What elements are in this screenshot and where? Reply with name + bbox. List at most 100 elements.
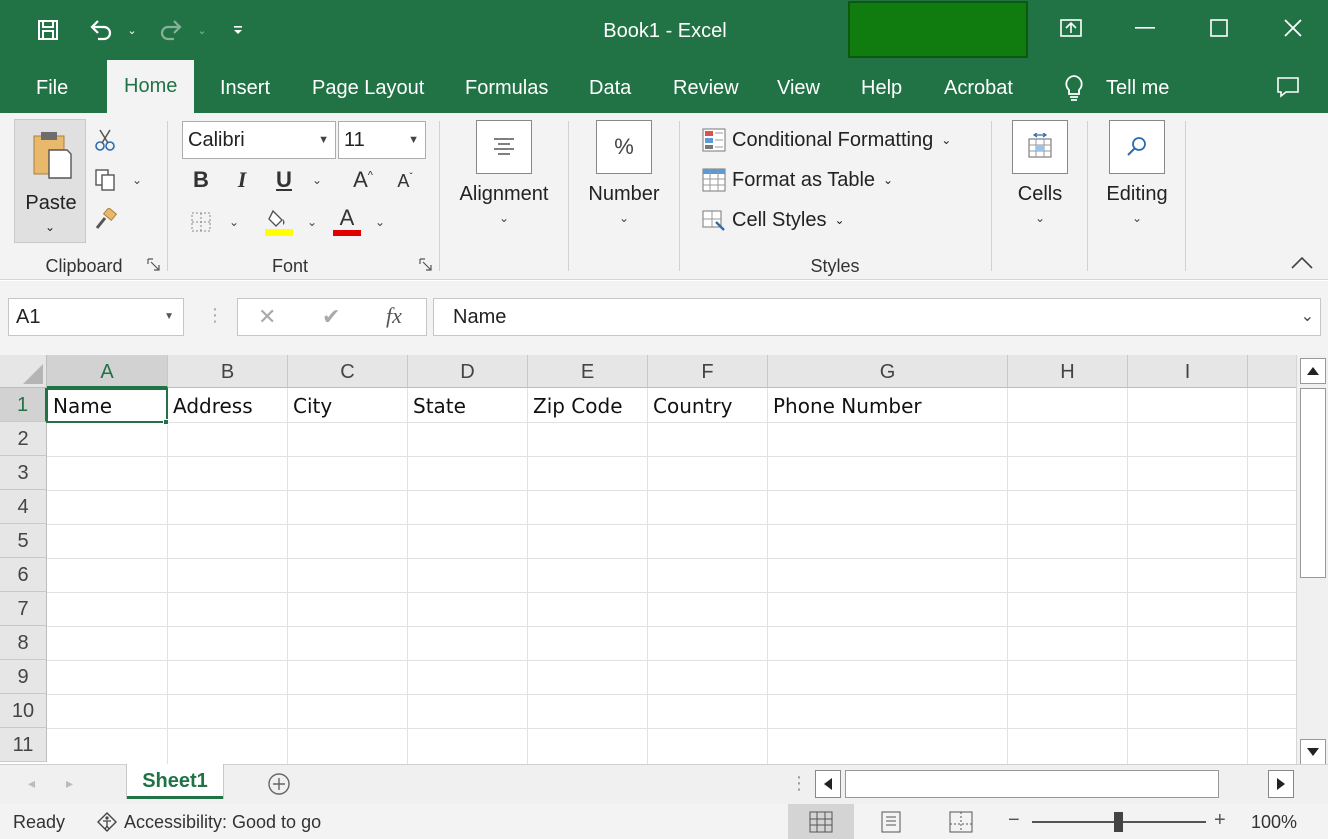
tab-view[interactable]: View xyxy=(777,75,820,101)
font-size-select[interactable]: 11 ▼ xyxy=(338,121,426,159)
cell-b1[interactable]: Address xyxy=(168,388,287,422)
row-header[interactable]: 6 xyxy=(0,558,47,592)
vertical-scroll-thumb[interactable] xyxy=(1300,388,1326,578)
row-header[interactable]: 11 xyxy=(0,728,47,762)
alignment-dropdown-icon[interactable]: ⌄ xyxy=(499,211,509,225)
column-header-e[interactable]: E xyxy=(528,355,648,388)
row-header[interactable]: 1 xyxy=(0,388,47,422)
name-box[interactable]: A1 ▼ xyxy=(8,298,184,336)
column-header-g[interactable]: G xyxy=(768,355,1008,388)
sheet-tab-sheet1[interactable]: Sheet1 xyxy=(127,764,223,799)
zoom-out-button[interactable]: − xyxy=(1008,809,1020,832)
borders-icon[interactable] xyxy=(188,209,214,235)
minimize-icon[interactable] xyxy=(1120,8,1170,48)
insert-function-icon[interactable]: fx xyxy=(386,303,402,329)
row-header[interactable]: 7 xyxy=(0,592,47,626)
expand-formula-bar-icon[interactable]: ⌄ xyxy=(1301,299,1314,335)
editing-dropdown-icon[interactable]: ⌄ xyxy=(1132,211,1142,225)
tab-data[interactable]: Data xyxy=(589,75,631,101)
next-sheet-icon[interactable]: ▸ xyxy=(66,775,73,792)
cancel-entry-icon[interactable]: ✕ xyxy=(258,304,276,330)
page-layout-view-button[interactable] xyxy=(858,804,924,839)
conditional-formatting-button[interactable]: Conditional Formatting ⌄ xyxy=(702,125,951,155)
redo-icon[interactable] xyxy=(156,16,186,44)
tab-acrobat[interactable]: Acrobat xyxy=(944,75,1013,101)
column-header-h[interactable]: H xyxy=(1008,355,1128,388)
cell-f1[interactable]: Country xyxy=(648,388,767,422)
zoom-level[interactable]: 100% xyxy=(1251,812,1297,833)
zoom-slider-thumb[interactable] xyxy=(1114,812,1123,832)
horizontal-scroll-thumb[interactable] xyxy=(845,770,1219,798)
row-header[interactable]: 10 xyxy=(0,694,47,728)
copy-icon[interactable] xyxy=(92,167,118,193)
cells-button[interactable] xyxy=(1012,120,1068,174)
font-color-dropdown-icon[interactable]: ⌄ xyxy=(375,215,385,229)
maximize-icon[interactable] xyxy=(1194,8,1244,48)
cut-icon[interactable] xyxy=(92,127,118,153)
format-as-table-button[interactable]: Format as Table ⌄ xyxy=(702,165,893,195)
row-header[interactable]: 5 xyxy=(0,524,47,558)
column-header-c[interactable]: C xyxy=(288,355,408,388)
save-icon[interactable] xyxy=(34,16,62,44)
cell-e1[interactable]: Zip Code xyxy=(528,388,647,422)
paste-dropdown-icon[interactable]: ⌄ xyxy=(45,220,55,234)
grow-font-button[interactable]: A^ xyxy=(348,167,378,193)
copy-dropdown-icon[interactable]: ⌄ xyxy=(132,173,142,187)
row-header[interactable]: 9 xyxy=(0,660,47,694)
row-header[interactable]: 2 xyxy=(0,422,47,456)
row-header[interactable]: 3 xyxy=(0,456,47,490)
alignment-button[interactable] xyxy=(476,120,532,174)
ribbon-display-options-icon[interactable] xyxy=(1046,8,1096,48)
cell-g1[interactable]: Phone Number xyxy=(768,388,1007,422)
borders-dropdown-icon[interactable]: ⌄ xyxy=(229,215,239,229)
font-name-select[interactable]: Calibri ▼ xyxy=(182,121,336,159)
fill-handle[interactable] xyxy=(163,419,169,425)
column-header-j[interactable] xyxy=(1248,355,1296,388)
cell-d1[interactable]: State xyxy=(408,388,527,422)
column-header-d[interactable]: D xyxy=(408,355,528,388)
scroll-left-icon[interactable] xyxy=(815,770,841,798)
clipboard-launcher-icon[interactable] xyxy=(147,258,161,272)
column-header-b[interactable]: B xyxy=(168,355,288,388)
previous-sheet-icon[interactable]: ◂ xyxy=(28,775,35,792)
zoom-in-button[interactable]: + xyxy=(1214,809,1226,832)
editing-button[interactable] xyxy=(1109,120,1165,174)
add-sheet-icon[interactable] xyxy=(267,772,291,801)
tab-insert[interactable]: Insert xyxy=(220,75,270,101)
fill-color-dropdown-icon[interactable]: ⌄ xyxy=(307,215,317,229)
format-painter-icon[interactable] xyxy=(92,207,118,233)
column-header-i[interactable]: I xyxy=(1128,355,1248,388)
tab-review[interactable]: Review xyxy=(673,75,739,101)
select-all-corner[interactable] xyxy=(0,355,47,388)
font-launcher-icon[interactable] xyxy=(419,258,433,272)
confirm-entry-icon[interactable]: ✔ xyxy=(322,304,340,330)
shrink-font-button[interactable]: Aˇ xyxy=(390,171,420,192)
cell-c1[interactable]: City xyxy=(288,388,407,422)
cell-styles-button[interactable]: Cell Styles ⌄ xyxy=(702,205,845,235)
underline-button[interactable]: U xyxy=(269,167,299,193)
vertical-scrollbar[interactable] xyxy=(1296,355,1328,765)
column-header-a[interactable]: A xyxy=(47,355,168,388)
font-color-icon[interactable]: A xyxy=(332,207,362,237)
tab-home[interactable]: Home xyxy=(107,60,195,113)
tab-file[interactable]: File xyxy=(36,75,68,101)
splitter-grip-icon[interactable]: ⋮ xyxy=(790,773,808,794)
tell-me-search[interactable]: Tell me xyxy=(1062,72,1169,104)
close-icon[interactable] xyxy=(1268,8,1318,48)
row-header[interactable]: 4 xyxy=(0,490,47,524)
scroll-right-icon[interactable] xyxy=(1268,770,1294,798)
collapse-ribbon-icon[interactable] xyxy=(1290,255,1314,276)
underline-dropdown-icon[interactable]: ⌄ xyxy=(312,173,322,187)
accessibility-status[interactable]: Accessibility: Good to go xyxy=(124,812,321,833)
tab-page-layout[interactable]: Page Layout xyxy=(312,75,424,101)
bold-button[interactable]: B xyxy=(186,167,216,193)
tab-formulas[interactable]: Formulas xyxy=(465,75,548,101)
horizontal-scrollbar[interactable] xyxy=(815,770,1297,798)
number-button[interactable]: % xyxy=(596,120,652,174)
number-dropdown-icon[interactable]: ⌄ xyxy=(619,211,629,225)
comments-icon[interactable] xyxy=(1276,76,1300,103)
customize-quick-access-icon[interactable] xyxy=(228,16,248,44)
row-header[interactable]: 8 xyxy=(0,626,47,660)
redo-dropdown-icon[interactable]: ⌄ xyxy=(194,16,210,44)
normal-view-button[interactable] xyxy=(788,804,854,839)
